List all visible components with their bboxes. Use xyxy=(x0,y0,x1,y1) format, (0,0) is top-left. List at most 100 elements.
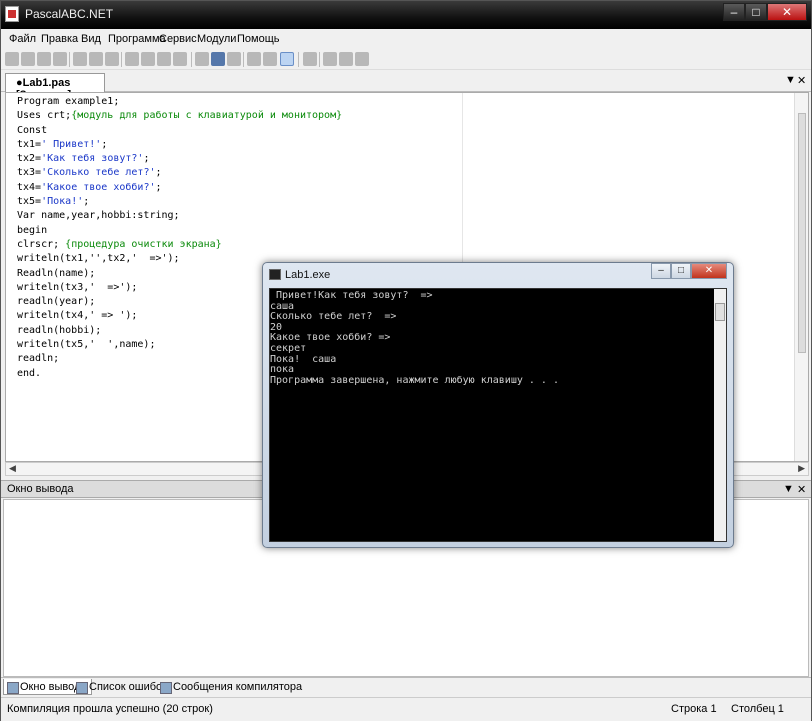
console-title: Lab1.exe xyxy=(285,269,331,281)
toolbar-separator xyxy=(243,52,244,67)
string-literal: 'Сколько тебе лет?' xyxy=(41,167,156,179)
code-token: tx2= xyxy=(17,153,42,165)
console-line: секрет xyxy=(270,342,307,354)
window-title: PascalABC.NET xyxy=(25,7,114,21)
menu-program[interactable]: Программа xyxy=(108,33,166,45)
status-bar: Компиляция прошла успешно (20 строк) Стр… xyxy=(1,697,811,721)
code-token: readln; xyxy=(17,353,60,365)
undo-icon[interactable] xyxy=(125,52,139,66)
toolbar-separator xyxy=(319,52,320,67)
code-line[interactable]: Uses crt;{модуль для работы с клавиатуро… xyxy=(17,109,342,123)
open-file-icon[interactable] xyxy=(21,52,35,66)
code-line[interactable]: clrscr; {процедура очистки экрана} xyxy=(17,238,342,252)
form-designer-icon[interactable] xyxy=(323,52,337,66)
code-line[interactable]: tx2='Как тебя зовут?'; xyxy=(17,152,342,166)
new-file-icon[interactable] xyxy=(5,52,19,66)
code-token: clrscr; xyxy=(17,238,66,250)
tab-lab1[interactable]: ●Lab1.pas [Запущен] xyxy=(5,73,105,101)
title-bar: PascalABC.NET – □ ✕ xyxy=(1,1,811,29)
close-tab-icon[interactable]: ✕ xyxy=(797,74,806,87)
code-line[interactable]: Var name,year,hobbi:string; xyxy=(17,209,342,223)
stop-icon[interactable] xyxy=(211,52,225,66)
close-button[interactable]: ✕ xyxy=(767,3,807,21)
tab-compiler-messages[interactable]: Сообщения компилятора xyxy=(157,679,306,695)
console-line: Пока! саша xyxy=(270,353,337,365)
scroll-left-icon[interactable]: ◀ xyxy=(9,463,16,474)
console-scroll-thumb[interactable] xyxy=(715,303,725,321)
save-icon[interactable] xyxy=(37,52,51,66)
step-into-icon[interactable] xyxy=(247,52,261,66)
status-message: Компиляция прошла успешно (20 строк) xyxy=(7,703,213,715)
console-output: Привет!Как тебя зовут? => саша Сколько теб… xyxy=(270,290,559,386)
bottom-tab-strip: Окно вывода Список ошибок Сообщения комп… xyxy=(1,677,811,695)
status-column: Столбец 1 xyxy=(731,703,784,715)
run-icon[interactable] xyxy=(195,52,209,66)
save-all-icon[interactable] xyxy=(53,52,67,66)
scroll-thumb[interactable] xyxy=(798,113,806,353)
scroll-right-icon[interactable]: ▶ xyxy=(798,463,805,474)
code-token: ; xyxy=(143,153,150,165)
app-icon xyxy=(5,6,19,22)
redo-icon[interactable] xyxy=(141,52,155,66)
console-line: Программа завершена, нажмите любую клави… xyxy=(270,374,559,386)
code-comment: {процедура очистки экрана} xyxy=(65,238,222,250)
tab-list-icon[interactable]: ▼ xyxy=(785,74,796,86)
code-token: end. xyxy=(17,367,42,379)
copy-icon[interactable] xyxy=(89,52,103,66)
maximize-button[interactable]: □ xyxy=(745,3,767,21)
code-token: tx4= xyxy=(17,181,42,193)
console-window: Lab1.exe – □ ✕ Привет!Как тебя зовут? =>… xyxy=(262,262,734,548)
output-panel-title: Окно вывода xyxy=(7,483,74,495)
code-line[interactable]: tx1=' Привет!'; xyxy=(17,138,342,152)
console-screen[interactable]: Привет!Как тебя зовут? => саша Сколько теб… xyxy=(269,288,727,542)
console-close-button[interactable]: ✕ xyxy=(691,263,727,279)
code-token: ; xyxy=(83,196,90,208)
form-designer-3-icon[interactable] xyxy=(355,52,369,66)
minimize-button[interactable]: – xyxy=(723,3,745,21)
console-maximize-button[interactable]: □ xyxy=(671,263,691,279)
step-over-icon[interactable] xyxy=(263,52,277,66)
editor-vertical-scrollbar[interactable] xyxy=(794,93,808,461)
cut-icon[interactable] xyxy=(73,52,87,66)
code-line[interactable]: tx3='Сколько тебе лет?'; xyxy=(17,166,342,180)
status-line: Строка 1 xyxy=(671,703,717,715)
code-token: readln(year); xyxy=(17,296,96,308)
console-toggle-icon[interactable] xyxy=(280,52,294,66)
code-token: Readln(name); xyxy=(17,267,96,279)
menu-file[interactable]: Файл xyxy=(9,33,36,45)
toolbar xyxy=(1,50,811,70)
code-line[interactable]: Program example1; xyxy=(17,95,342,109)
code-token: Program example1; xyxy=(17,96,120,107)
build-icon[interactable] xyxy=(227,52,241,66)
unindent-icon[interactable] xyxy=(173,52,187,66)
code-token: writeln(tx4,' => '); xyxy=(17,310,138,322)
string-literal: 'Пока!' xyxy=(41,196,84,208)
indent-icon[interactable] xyxy=(157,52,171,66)
debug-icon[interactable] xyxy=(303,52,317,66)
code-line[interactable]: tx5='Пока!'; xyxy=(17,195,342,209)
menu-bar: Файл Правка Вид Программа Сервис Модули … xyxy=(1,29,811,49)
menu-edit[interactable]: Правка xyxy=(41,33,78,45)
menu-modules[interactable]: Модули xyxy=(197,33,236,45)
pin-icon[interactable]: ▼ xyxy=(783,483,794,495)
code-comment: {модуль для работы с клавиатурой и монит… xyxy=(71,110,343,122)
code-token: Var name,year,hobbi:string; xyxy=(17,210,180,222)
menu-view[interactable]: Вид xyxy=(81,33,101,45)
code-line[interactable]: Const xyxy=(17,124,342,138)
console-minimize-button[interactable]: – xyxy=(651,263,671,279)
form-designer-2-icon[interactable] xyxy=(339,52,353,66)
close-panel-icon[interactable]: ✕ xyxy=(797,483,806,496)
paste-icon[interactable] xyxy=(105,52,119,66)
code-token: tx3= xyxy=(17,167,42,179)
console-scrollbar[interactable] xyxy=(714,289,726,541)
code-token: Const xyxy=(17,124,48,136)
menu-help[interactable]: Помощь xyxy=(237,33,280,45)
menu-service[interactable]: Сервис xyxy=(159,33,197,45)
code-line[interactable]: tx4='Какое твое хобби?'; xyxy=(17,181,342,195)
code-token: ; xyxy=(155,181,162,193)
editor-tab-strip: ●Lab1.pas [Запущен] ▼ ✕ xyxy=(1,72,811,101)
code-token: tx5= xyxy=(17,196,42,208)
code-line[interactable]: begin xyxy=(17,224,342,238)
console-line: Какое твое хобби? => xyxy=(270,332,391,344)
toolbar-separator xyxy=(191,52,192,67)
